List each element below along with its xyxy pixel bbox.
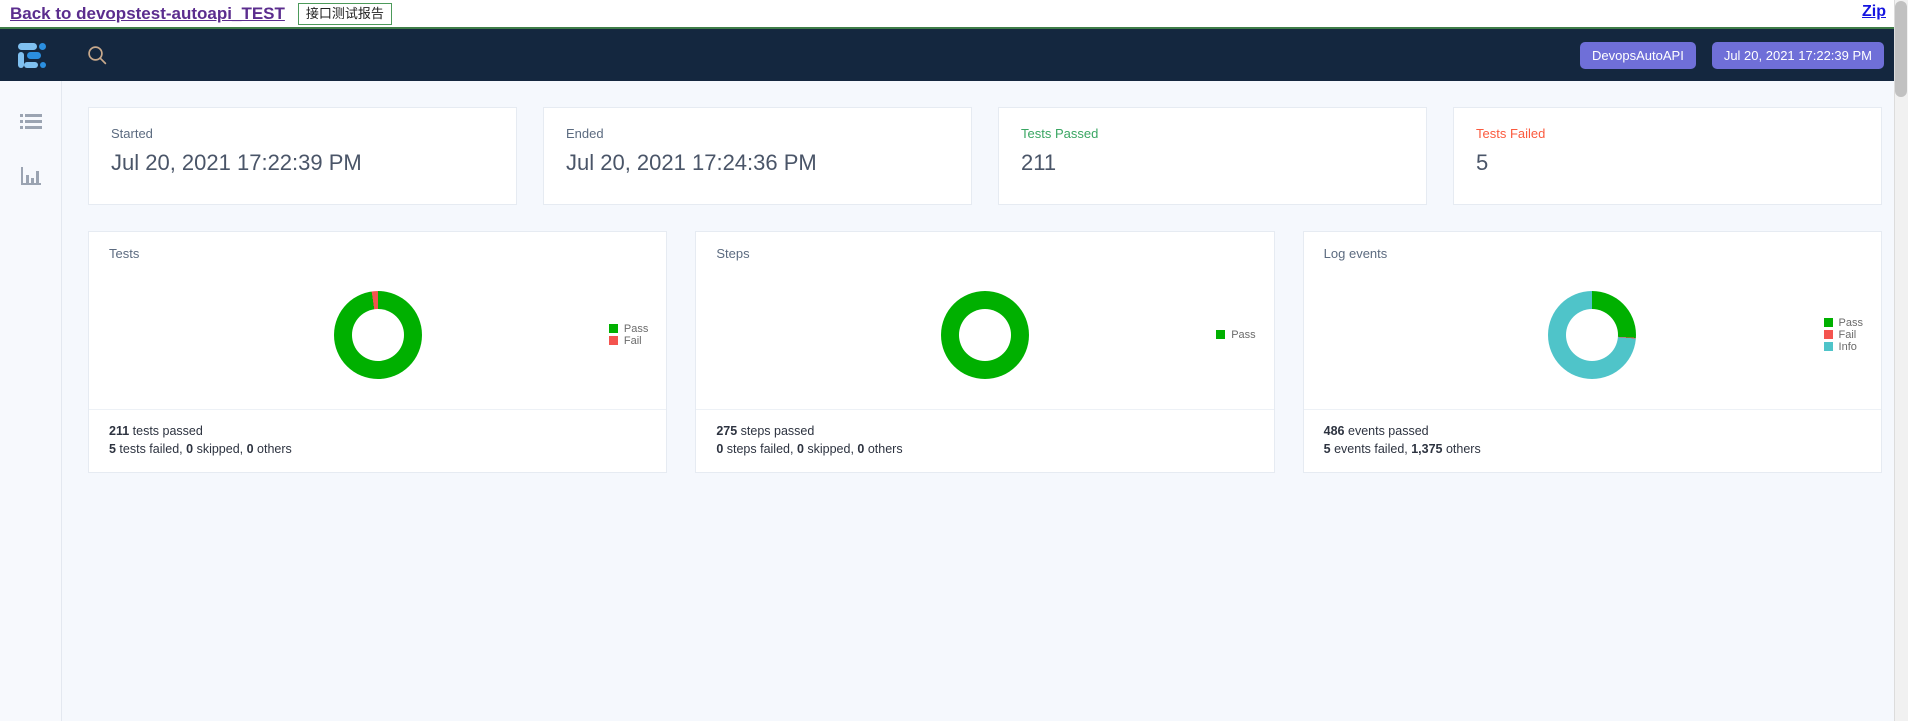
legend-label: Pass (1231, 328, 1256, 341)
stat-label: Tests Failed (1476, 126, 1546, 141)
widget-title: Steps (716, 246, 750, 261)
widget-tests: Tests Pass Fail 211 tests passed 5 tests … (88, 231, 668, 474)
legend-swatch (608, 336, 618, 345)
navbar-badges: DevopsAutoAPI Jul 20, 2021 17:22:39 PM (1580, 41, 1884, 69)
passed-text: steps passed (737, 424, 815, 438)
stat-card-tests-passed: Tests Passed 211 (998, 107, 1427, 205)
widget-title: Tests (109, 246, 140, 261)
legend-swatch (1823, 330, 1833, 339)
legend-label: Fail (623, 334, 642, 347)
legend-swatch (608, 324, 618, 333)
stat-value: 5 (1476, 150, 1489, 175)
legend-label: Fail (1838, 328, 1857, 341)
scrollbar-thumb[interactable] (1895, 1, 1907, 97)
widget-chart-area: Pass (696, 261, 1273, 409)
report-top-strip: Back to devopstest-autoapi_TEST 接口测试报告 Z… (0, 0, 1908, 29)
widget-steps: Steps Pass 275 steps passed 0 steps fail… (695, 231, 1275, 474)
logo-container[interactable] (0, 42, 62, 68)
summary-line-passed: 275 steps passed (716, 422, 1253, 440)
legend-item: Pass (1216, 328, 1256, 341)
summary-text: steps failed, (723, 442, 797, 457)
steps-donut-chart[interactable] (940, 291, 1029, 379)
legend-item: Fail (1823, 328, 1863, 341)
passed-count: 211 (109, 424, 130, 438)
tests-chart-legend: Pass Fail (608, 322, 649, 347)
summary-count: 5 (109, 442, 116, 457)
passed-text: events passed (1344, 424, 1429, 438)
main-content: Started Jul 20, 2021 17:22:39 PM Ended J… (62, 81, 1908, 721)
log-events-donut-chart[interactable] (1548, 291, 1637, 379)
passed-count: 486 (1323, 424, 1345, 438)
legend-swatch (1823, 342, 1833, 351)
stat-value: Jul 20, 2021 17:22:39 PM (111, 150, 362, 175)
summary-cards: Started Jul 20, 2021 17:22:39 PM Ended J… (88, 107, 1882, 205)
tests-donut-chart[interactable] (333, 291, 422, 379)
allure-logo-icon (18, 42, 46, 68)
legend-item: Fail (608, 334, 648, 347)
stat-value: 211 (1021, 150, 1057, 175)
legend-item: Info (1823, 340, 1863, 353)
timestamp-badge[interactable]: Jul 20, 2021 17:22:39 PM (1711, 41, 1884, 69)
search-icon[interactable] (82, 40, 112, 70)
bar-chart-icon (20, 167, 41, 185)
report-title-tab[interactable]: 接口测试报告 (297, 2, 392, 25)
list-icon (19, 114, 42, 129)
widget-chart-area: Pass Fail (89, 261, 666, 409)
summary-line-other: 5 events failed, 1,375 others (1324, 440, 1861, 458)
stat-card-tests-failed: Tests Failed 5 (1453, 107, 1882, 205)
page-scrollbar[interactable] (1894, 0, 1908, 721)
widget-chart-area: Pass Fail Info (1304, 261, 1881, 409)
widget-log-events: Log events Pass Fail Info 486 events passe… (1302, 231, 1882, 474)
legend-label: Pass (1838, 316, 1863, 329)
summary-count: 1,375 (1411, 442, 1443, 457)
stat-label: Started (111, 126, 153, 141)
summary-line-other: 0 steps failed, 0 skipped, 0 others (716, 440, 1253, 458)
widget-summary: 211 tests passed 5 tests failed, 0 skipp… (89, 409, 667, 472)
widget-row: Tests Pass Fail 211 tests passed 5 tests … (88, 231, 1882, 474)
widget-summary: 486 events passed 5 events failed, 1,375… (1303, 409, 1881, 472)
stat-label: Ended (566, 126, 604, 141)
summary-text: others (253, 442, 292, 457)
summary-text: skipped, (803, 442, 858, 457)
passed-count: 275 (716, 424, 738, 438)
stat-label: Tests Passed (1021, 126, 1099, 141)
summary-count: 0 (246, 442, 254, 457)
back-to-project-link[interactable]: Back to devopstest-autoapi_TEST (10, 4, 285, 24)
summary-text: others (1442, 442, 1481, 457)
summary-text: skipped, (193, 442, 247, 457)
sidebar-item-suites[interactable] (18, 109, 44, 135)
zip-download-link[interactable]: Zip (1862, 3, 1886, 21)
summary-text: others (864, 442, 903, 457)
widget-title: Log events (1323, 246, 1388, 261)
stat-card-ended: Ended Jul 20, 2021 17:24:36 PM (543, 107, 972, 205)
left-sidebar (0, 81, 62, 721)
summary-count: 0 (796, 442, 804, 457)
stat-card-started: Started Jul 20, 2021 17:22:39 PM (88, 107, 517, 205)
steps-chart-legend: Pass (1216, 328, 1256, 341)
legend-item: Pass (608, 322, 649, 335)
summary-line-passed: 486 events passed (1324, 422, 1861, 440)
legend-label: Pass (623, 322, 649, 335)
app-navbar: DevopsAutoAPI Jul 20, 2021 17:22:39 PM (0, 29, 1908, 81)
legend-swatch (1823, 318, 1833, 327)
widget-summary: 275 steps passed 0 steps failed, 0 skipp… (696, 409, 1274, 472)
log-events-chart-legend: Pass Fail Info (1823, 316, 1863, 353)
sidebar-item-graphs[interactable] (18, 163, 44, 189)
legend-item: Pass (1823, 316, 1863, 329)
summary-line-passed: 211 tests passed (109, 422, 646, 440)
summary-line-other: 5 tests failed, 0 skipped, 0 others (109, 440, 646, 458)
summary-count: 5 (1323, 442, 1331, 457)
passed-text: tests passed (129, 424, 203, 438)
legend-label: Info (1838, 340, 1857, 353)
stat-value: Jul 20, 2021 17:24:36 PM (566, 150, 817, 175)
summary-text: events failed, (1330, 442, 1412, 457)
legend-swatch (1216, 330, 1226, 339)
summary-text: tests failed, (115, 442, 187, 457)
project-badge[interactable]: DevopsAutoAPI (1580, 41, 1696, 69)
